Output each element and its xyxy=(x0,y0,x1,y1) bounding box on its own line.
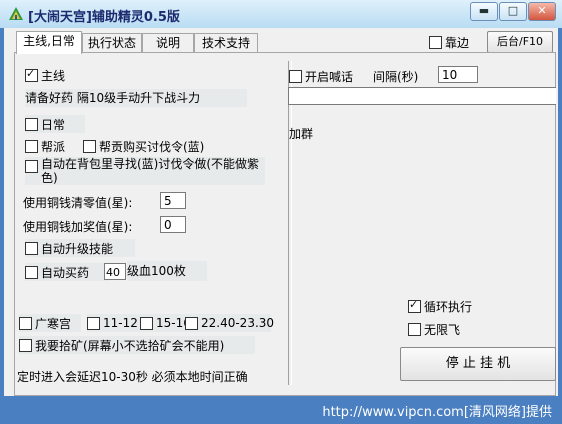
background-f10-button[interactable]: 后台/F10 xyxy=(487,31,553,53)
guild-checkbox-box[interactable] xyxy=(25,140,38,153)
auto-skill-checkbox[interactable]: 自动升级技能 xyxy=(25,239,135,257)
time-22-23-checkbox-label: 22.40-23.30 xyxy=(201,316,275,330)
daily-checkbox-label: 日常 xyxy=(41,117,66,132)
guild-checkbox-label: 帮派 xyxy=(41,140,66,154)
auto-skill-checkbox-box[interactable] xyxy=(25,241,38,255)
guild-buy-checkbox-box[interactable] xyxy=(83,140,96,153)
edge-checkbox[interactable]: 靠边 xyxy=(429,34,469,51)
time-11-12-checkbox-box[interactable] xyxy=(87,316,100,330)
copper-zero-label: 使用铜钱清零值(星): xyxy=(23,196,133,210)
mainline-checkbox-box[interactable] xyxy=(25,67,38,82)
shout-checkbox-box[interactable] xyxy=(289,70,302,83)
shout-checkbox[interactable]: 开启喊话 xyxy=(289,68,353,85)
edge-checkbox-box[interactable] xyxy=(429,36,442,49)
daily-checkbox[interactable]: 日常 xyxy=(25,115,85,133)
unlimited-fly-checkbox-box[interactable] xyxy=(408,323,421,336)
client-area: 主线,日常 执行状态 说明 技术支持 靠边 后台/F10 主线 请备好药 隔10… xyxy=(4,28,558,396)
close-button[interactable]: ✕ xyxy=(528,2,556,21)
auto-buy-checkbox-box[interactable] xyxy=(25,265,38,279)
interval-input[interactable]: 10 xyxy=(438,66,478,83)
buy-level-suffix: 级血100枚 xyxy=(127,261,207,281)
guild-checkbox[interactable]: 帮派 xyxy=(25,138,65,155)
time-22-23-checkbox[interactable]: 22.40-23.30 xyxy=(185,314,275,332)
time-11-12-checkbox[interactable]: 11-12 xyxy=(87,314,142,332)
palace-checkbox-box[interactable] xyxy=(19,316,32,330)
maximize-button[interactable]: □ xyxy=(499,2,527,21)
shout-checkbox-label: 开启喊话 xyxy=(305,70,354,84)
auto-find-checkbox-label: 自动在背包里寻找(蓝)讨伐令做(不能做紫色) xyxy=(41,157,260,185)
timing-note: 定时进入会延迟10-30秒 必须本地时间正确 xyxy=(17,370,248,384)
copper-bonus-label: 使用铜钱加奖值(星): xyxy=(23,220,133,234)
copper-zero-input[interactable]: 5 xyxy=(160,192,186,209)
watermark-bar: http://www.vipcn.com[清风网络]提供 xyxy=(0,396,562,424)
palace-checkbox[interactable]: 广寒宫 xyxy=(19,314,81,332)
tab-tech-support[interactable]: 技术支持 xyxy=(194,33,258,53)
guild-buy-checkbox-label: 帮贡购买讨伐令(蓝) xyxy=(99,140,205,154)
shout-text-input[interactable] xyxy=(288,87,556,105)
tab-instructions[interactable]: 说明 xyxy=(142,33,194,53)
buy-level-input[interactable]: 40 xyxy=(104,263,126,280)
join-group-label: 加群 xyxy=(289,127,314,141)
edge-checkbox-label: 靠边 xyxy=(445,36,470,50)
app-window: [大闹天宫]辅助精灵0.5版 ▬ □ ✕ 主线,日常 执行状态 说明 技术支持 … xyxy=(0,0,562,424)
tab-exec-status[interactable]: 执行状态 xyxy=(82,33,142,53)
guild-buy-checkbox[interactable]: 帮贡购买讨伐令(蓝) xyxy=(83,138,204,155)
window-title: [大闹天宫]辅助精灵0.5版 xyxy=(28,10,180,25)
minimize-button[interactable]: ▬ xyxy=(470,2,498,21)
column-divider xyxy=(288,61,292,385)
title-bar[interactable]: [大闹天宫]辅助精灵0.5版 ▬ □ ✕ xyxy=(0,0,562,28)
time-22-23-checkbox-box[interactable] xyxy=(185,316,198,330)
interval-label: 间隔(秒) xyxy=(373,70,419,84)
mainline-checkbox[interactable]: 主线 xyxy=(25,67,65,84)
unlimited-fly-checkbox-label: 无限飞 xyxy=(424,323,461,337)
medicine-hint: 请备好药 隔10级手动升下战斗力 xyxy=(25,89,247,107)
mainline-checkbox-label: 主线 xyxy=(41,69,66,83)
stop-idle-button[interactable]: 停 止 挂 机 xyxy=(400,347,556,381)
auto-buy-checkbox-label: 自动买药 xyxy=(41,265,90,280)
auto-find-checkbox[interactable]: 自动在背包里寻找(蓝)讨伐令做(不能做紫色) xyxy=(25,157,265,185)
time-15-16-checkbox-box[interactable] xyxy=(140,316,153,330)
loop-checkbox-box[interactable] xyxy=(408,298,421,313)
watermark-credit: http://www.vipcn.com[清风网络]提供 xyxy=(322,405,552,420)
unlimited-fly-checkbox[interactable]: 无限飞 xyxy=(408,321,460,338)
palace-checkbox-label: 广寒宫 xyxy=(35,316,72,331)
loop-checkbox-label: 循环执行 xyxy=(424,300,473,314)
auto-find-checkbox-box[interactable] xyxy=(25,160,38,173)
auto-buy-checkbox[interactable]: 自动买药 xyxy=(25,263,110,281)
loop-checkbox[interactable]: 循环执行 xyxy=(408,298,472,315)
copper-bonus-input[interactable]: 0 xyxy=(160,216,186,233)
pickup-checkbox-box[interactable] xyxy=(19,338,32,352)
pickup-checkbox-label: 我要拾矿(屏幕小不选拾矿会不能用) xyxy=(35,338,225,353)
time-11-12-checkbox-label: 11-12 xyxy=(103,316,138,330)
tab-mainline-daily[interactable]: 主线,日常 xyxy=(16,31,82,54)
pickup-checkbox[interactable]: 我要拾矿(屏幕小不选拾矿会不能用) xyxy=(19,336,255,354)
app-logo-icon xyxy=(9,7,23,20)
mainline-daily-panel: 主线 请备好药 隔10级手动升下战斗力 日常 帮派 帮贡购买讨伐令(蓝) 自动在… xyxy=(14,52,556,396)
daily-checkbox-box[interactable] xyxy=(25,117,38,131)
auto-skill-checkbox-label: 自动升级技能 xyxy=(41,241,114,256)
